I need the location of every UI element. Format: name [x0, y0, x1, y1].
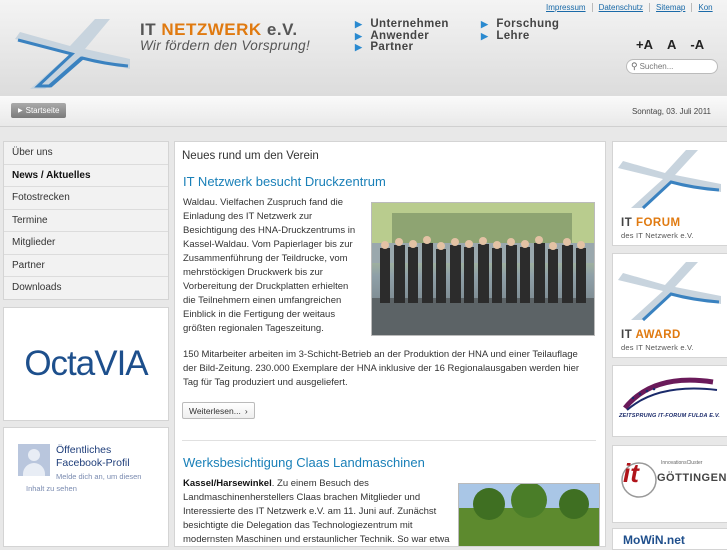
- facebook-login-hint: Melde dich an, um diesen: [56, 472, 142, 481]
- nav-item-lehre[interactable]: ▶ Lehre: [481, 30, 559, 43]
- facebook-title-line2[interactable]: Facebook-Profil: [56, 457, 130, 469]
- arrow-right-icon: ▶: [355, 42, 363, 52]
- sidebar-item-fotostrecken[interactable]: Fotostrecken: [4, 187, 168, 210]
- it-award-logo-icon: [618, 262, 721, 322]
- it-forum-title: IT FORUM: [621, 217, 681, 229]
- article-title-claas[interactable]: Werksbesichtigung Claas Landmaschinen: [183, 455, 425, 470]
- article-photo-claas[interactable]: [458, 483, 600, 546]
- breadcrumb-bar: ▶ Startseite Sonntag, 03. Juli 2011: [0, 96, 727, 127]
- font-size-controls: +A A -A: [636, 37, 704, 52]
- read-more-button[interactable]: Weiterlesen... ›: [182, 402, 255, 419]
- search-input[interactable]: [639, 62, 710, 71]
- mowin-banner[interactable]: MoWiN.net: [612, 528, 727, 550]
- article-photo-group[interactable]: [371, 202, 595, 336]
- arrow-right-icon: ▶: [18, 108, 23, 114]
- slogan: Wir fördern den Vorsprung!: [140, 38, 311, 53]
- claas-photo-image: [459, 484, 599, 546]
- zeitsprung-logo-icon: [623, 377, 718, 411]
- article-text: Waldau. Vielfachen Zuspruch fand die Ein…: [183, 197, 356, 334]
- nav-item-partner[interactable]: ▶ Partner: [355, 41, 449, 54]
- it-award-title: IT AWARD: [621, 329, 681, 341]
- font-decrease-button[interactable]: -A: [690, 37, 704, 52]
- innovationscluster-label: InnovationsCluster: [661, 460, 703, 466]
- arrow-right-icon: ▶: [481, 30, 489, 41]
- arrow-right-icon: ▶: [355, 19, 363, 29]
- search-icon[interactable]: ⚲: [631, 61, 638, 72]
- article-divider: [182, 440, 596, 441]
- sidebar-item-partner[interactable]: Partner: [4, 255, 168, 277]
- utility-links: Impressum Datenschutz Sitemap Kon: [546, 3, 719, 12]
- site-header: IT NETZWERK e.V. Wir fördern den Vorspru…: [0, 0, 727, 96]
- innovationscluster-city: GÖTTINGEN: [657, 472, 727, 484]
- octavia-banner[interactable]: OctaVIA: [3, 307, 169, 421]
- main-content: Neues rund um den Verein IT Netzwerk bes…: [174, 141, 606, 547]
- facebook-widget: Öffentliches Facebook-Profil Melde dich …: [3, 427, 169, 547]
- facebook-avatar-icon: [18, 444, 50, 476]
- sidebar-item-news[interactable]: News / Aktuelles: [4, 165, 168, 187]
- main-nav-col1: ▶ Unternehmen ▶ Anwender ▶ Partner: [355, 18, 449, 54]
- it-award-subtitle: des IT Netzwerk e.V.: [621, 343, 694, 352]
- sidebar-item-mitglieder[interactable]: Mitglieder: [4, 232, 168, 255]
- kontakt-link[interactable]: Kon: [691, 3, 718, 12]
- zeitsprung-banner[interactable]: ZEITSPRUNG IT-FORUM FULDA E.V.: [612, 365, 727, 437]
- octavia-logo: OctaVIA: [24, 344, 148, 383]
- chevron-right-icon: ›: [244, 405, 248, 416]
- it-forum-subtitle: des IT Netzwerk e.V.: [621, 231, 694, 240]
- article-text-claas: Kassel/Harsewinkel. Zu einem Besuch des …: [183, 478, 450, 545]
- group-photo-image: [372, 203, 594, 335]
- it-award-banner[interactable]: IT AWARD des IT Netzwerk e.V.: [612, 253, 727, 358]
- search-box: ⚲: [626, 59, 718, 74]
- it-forum-logo-icon: [618, 150, 721, 210]
- facebook-login-hint-2: Inhalt zu sehen: [26, 484, 77, 493]
- font-reset-button[interactable]: A: [667, 37, 676, 52]
- startseite-button[interactable]: ▶ Startseite: [11, 103, 67, 118]
- main-nav-col2: ▶ Forschung ▶ Lehre: [481, 18, 559, 43]
- impressum-link[interactable]: Impressum: [546, 3, 592, 12]
- sidebar-item-downloads[interactable]: Downloads: [4, 277, 168, 299]
- innovationscluster-it: it: [623, 458, 639, 488]
- datenschutz-link[interactable]: Datenschutz: [591, 3, 649, 12]
- article-title-druckzentrum[interactable]: IT Netzwerk besucht Druckzentrum: [183, 174, 386, 189]
- innovationscluster-banner[interactable]: it InnovationsCluster GÖTTINGEN: [612, 445, 727, 523]
- sidebar-item-ueber-uns[interactable]: Über uns: [4, 142, 168, 165]
- arrow-right-icon: ▶: [481, 19, 489, 29]
- it-netzwerk-logo-icon[interactable]: [10, 14, 135, 94]
- nav-item-unternehmen[interactable]: ▶ Unternehmen: [355, 18, 449, 31]
- font-increase-button[interactable]: +A: [636, 37, 653, 52]
- arrow-right-icon: ▶: [355, 30, 363, 41]
- article-text-2: 150 Mitarbeiter arbeiten im 3-Schicht-Be…: [183, 349, 580, 388]
- brand-title[interactable]: IT NETZWERK e.V.: [140, 20, 298, 40]
- section-title: Neues rund um den Verein: [182, 150, 319, 162]
- sidebar-item-termine[interactable]: Termine: [4, 210, 168, 232]
- it-forum-banner[interactable]: IT FORUM des IT Netzwerk e.V.: [612, 141, 727, 246]
- facebook-title-line1[interactable]: Öffentliches: [56, 444, 111, 456]
- nav-item-forschung[interactable]: ▶ Forschung: [481, 18, 559, 31]
- current-date: Sonntag, 03. Juli 2011: [631, 107, 711, 116]
- sidebar-nav: Über uns News / Aktuelles Fotostrecken T…: [3, 141, 169, 300]
- zeitsprung-label: ZEITSPRUNG IT-FORUM FULDA E.V.: [619, 413, 720, 419]
- sitemap-link[interactable]: Sitemap: [649, 3, 691, 12]
